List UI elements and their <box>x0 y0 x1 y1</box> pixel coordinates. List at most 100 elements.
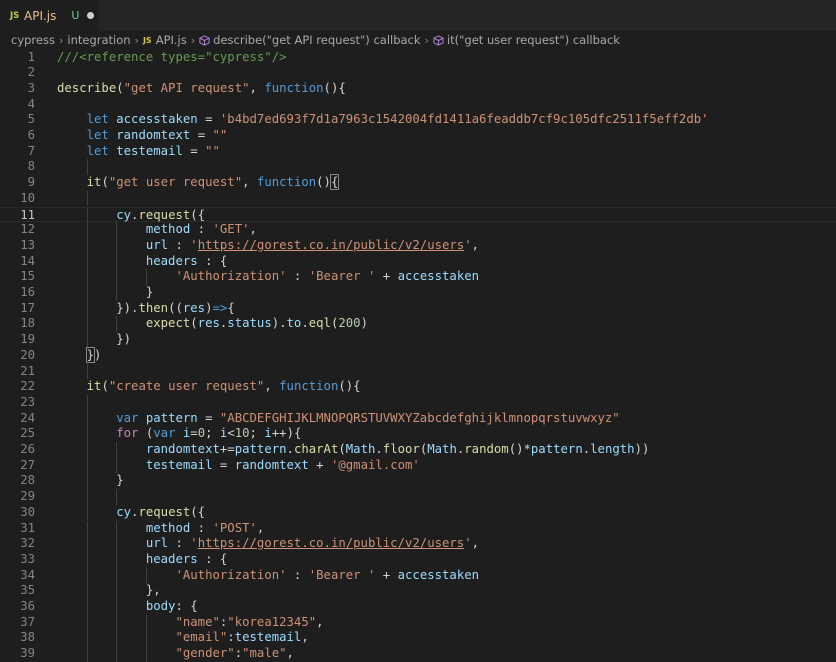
code-line[interactable]: 31 method : 'POST', <box>0 521 836 537</box>
code-token: "name" <box>175 614 220 629</box>
code-line[interactable]: 11 cy.request({ <box>0 206 836 223</box>
breadcrumb-item-file[interactable]: API.js <box>156 33 187 47</box>
code-token: , <box>256 520 265 535</box>
code-token: 0 <box>197 426 206 441</box>
code-token: ({ <box>190 207 206 222</box>
code-text: method : 'POST', <box>57 521 264 537</box>
code-line[interactable]: 27 testemail = randomtext + '@gmail.com' <box>0 458 836 474</box>
code-line[interactable]: 1 ///<reference types="cypress"/> <box>0 50 836 66</box>
code-line[interactable]: 34 'Authorization' : 'Bearer ' + accesst… <box>0 568 836 584</box>
code-line[interactable]: 16 } <box>0 285 836 301</box>
code-token[interactable]: https://gorest.co.in/public/v2/users <box>198 238 465 252</box>
line-number: 32 <box>20 536 35 551</box>
code-token: ( <box>190 316 198 331</box>
code-token[interactable]: https://gorest.co.in/public/v2/users <box>198 536 465 550</box>
code-text: }, <box>57 583 161 599</box>
code-token: accesstaken <box>397 567 480 582</box>
code-line[interactable]: 19 }) <box>0 332 836 348</box>
code-line[interactable]: 9 it("get user request", function(){ <box>0 174 836 191</box>
breadcrumb-item-cypress[interactable]: cypress <box>11 33 55 47</box>
code-line[interactable]: 30 cy.request({ <box>0 505 836 521</box>
code-token: var <box>153 426 176 441</box>
code-line[interactable]: 23 <box>0 395 836 411</box>
code-line[interactable]: 28 } <box>0 473 836 489</box>
tab-api-js[interactable]: JS API.js U <box>0 0 98 31</box>
code-token: function <box>264 80 324 95</box>
code-token: , <box>242 175 257 190</box>
code-token: : <box>190 222 213 237</box>
breadcrumb: cypress › integration › JS API.js › desc… <box>0 31 836 49</box>
code-token: () <box>316 175 331 190</box>
code-line[interactable]: 33 headers : { <box>0 552 836 568</box>
code-token: (){ <box>323 80 346 95</box>
code-token: } <box>85 346 96 363</box>
code-line[interactable]: 37 "name":"korea12345", <box>0 615 836 631</box>
code-token: "email" <box>175 630 228 645</box>
code-token: (( <box>168 300 183 315</box>
code-line[interactable]: 3 describe("get API request", function(){ <box>0 81 836 97</box>
code-line[interactable]: 29 <box>0 489 836 505</box>
unsaved-dot-icon[interactable] <box>87 12 95 19</box>
code-text: }) <box>57 346 101 364</box>
code-token: ( <box>138 426 154 441</box>
code-line[interactable]: 5 let accesstaken = 'b4bd7ed693f7d1a7963… <box>0 112 836 128</box>
code-line[interactable]: 38 "email":testemail, <box>0 630 836 646</box>
code-line[interactable]: 13 url : 'https://gorest.co.in/public/v2… <box>0 238 836 254</box>
code-token: 'Bearer ' <box>308 567 376 582</box>
code-line[interactable]: 7 let testemail = "" <box>0 144 836 160</box>
code-line[interactable]: 36 body: { <box>0 599 836 615</box>
method-cube-icon <box>433 34 444 46</box>
code-token: randomtext <box>116 128 191 142</box>
code-token: testemail <box>116 143 183 158</box>
code-token: method <box>145 520 191 535</box>
code-text: 'Authorization' : 'Bearer ' + accesstake… <box>57 269 479 285</box>
code-line[interactable]: 22 it("create user request", function(){ <box>0 379 836 395</box>
code-line[interactable]: 20 }) <box>0 346 836 364</box>
code-line[interactable]: 24 var pattern = "ABCDEFGHIJKLMNOPQRSTUV… <box>0 411 836 427</box>
breadcrumb-item-it[interactable]: it("get user request") callback <box>447 33 620 47</box>
code-token: (){ <box>338 379 361 394</box>
code-line[interactable]: 8 <box>0 159 836 175</box>
code-line[interactable]: 4 <box>0 97 836 113</box>
code-text: "email":testemail, <box>57 630 308 646</box>
code-line[interactable]: 35 }, <box>0 583 836 599</box>
code-token: 'b4bd7ed693f7d1a7963c1542004fd1411a6fead… <box>219 112 709 127</box>
line-number: 18 <box>20 316 35 331</box>
code-editor[interactable]: 1 ///<reference types="cypress"/> 2 3 descri… <box>0 49 836 662</box>
line-number: 11 <box>20 207 35 222</box>
code-token: . <box>375 442 383 456</box>
breadcrumb-item-describe[interactable]: describe("get API request") callback <box>213 33 420 47</box>
code-token: 200 <box>338 316 361 331</box>
line-number: 3 <box>27 80 35 95</box>
code-line[interactable]: 32 url : 'https://gorest.co.in/public/v2… <box>0 536 836 552</box>
code-token: = <box>190 128 213 142</box>
code-line[interactable]: 2 <box>0 65 836 81</box>
code-token: request <box>138 207 191 222</box>
code-line[interactable]: 39 "gender":"male", <box>0 646 836 662</box>
code-line[interactable]: 17 }).then((res)=>{ <box>0 301 836 317</box>
code-line[interactable]: 26 randomtext+=pattern.charAt(Math.floor… <box>0 442 836 458</box>
code-line[interactable]: 10 <box>0 191 836 207</box>
code-line[interactable]: 6 let randomtext = "" <box>0 128 836 144</box>
code-line[interactable]: 15 'Authorization' : 'Bearer ' + accesst… <box>0 269 836 285</box>
code-token: + <box>375 567 398 582</box>
breadcrumb-item-integration[interactable]: integration <box>67 33 130 47</box>
code-line[interactable]: 25 for (var i=0; i<10; i++){ <box>0 426 836 442</box>
code-token: function <box>256 175 317 190</box>
code-line[interactable]: 12 method : 'GET', <box>0 222 836 238</box>
code-token: ( <box>101 379 109 394</box>
code-token: } <box>57 285 154 299</box>
code-line[interactable]: 21 <box>0 364 836 380</box>
line-number: 1 <box>27 49 35 64</box>
code-token: describe <box>57 80 117 95</box>
code-line[interactable]: 14 headers : { <box>0 254 836 270</box>
code-text: cy.request({ <box>57 505 205 521</box>
code-line[interactable]: 18 expect(res.status).to.eql(200) <box>0 316 836 332</box>
code-token: , <box>249 222 257 237</box>
